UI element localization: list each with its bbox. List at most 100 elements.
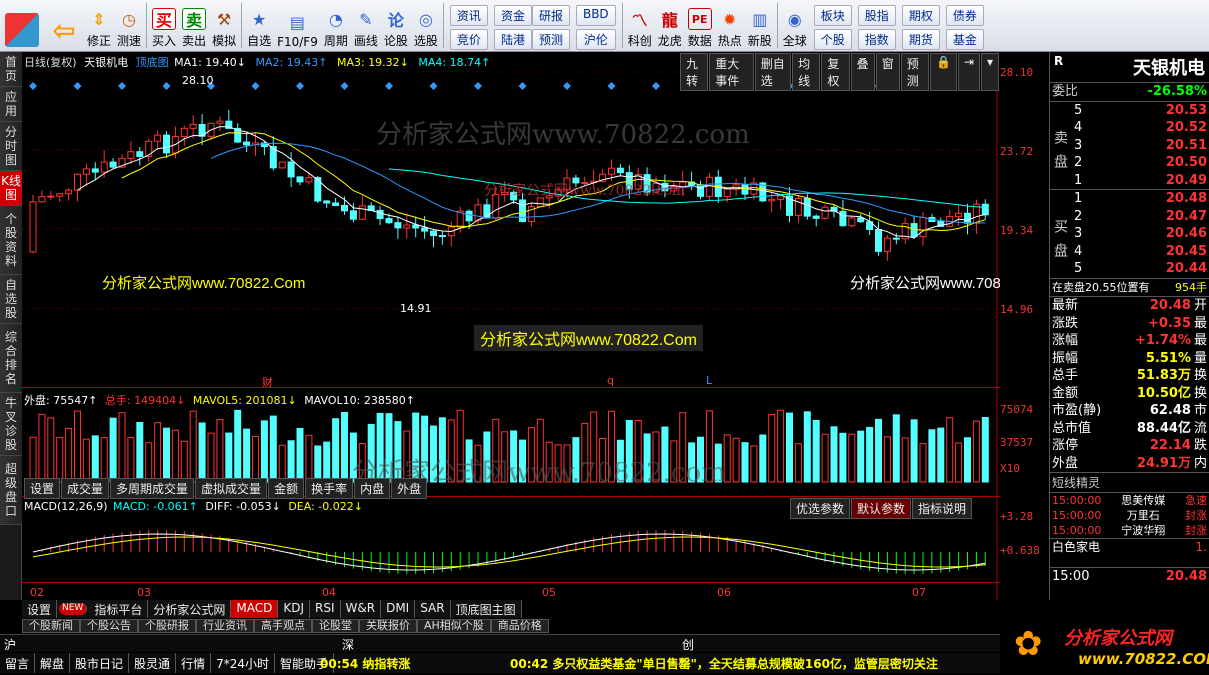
- indicator-tab[interactable]: SAR: [415, 600, 451, 618]
- btn-jiuzhuan[interactable]: 九转: [680, 53, 709, 91]
- news-tab[interactable]: 高手观点: [254, 619, 312, 633]
- grid-btn[interactable]: 债券: [945, 5, 984, 26]
- tab-profile[interactable]: 个股资料: [0, 206, 22, 275]
- short-row[interactable]: 15:00:00 思美传媒 急速: [1050, 493, 1209, 508]
- vol-tab-volume[interactable]: 成交量: [61, 478, 110, 499]
- lock-icon[interactable]: 🔒: [929, 53, 957, 91]
- grid-btn[interactable]: 资讯: [449, 5, 488, 26]
- global-button[interactable]: ◉ 全球: [780, 0, 810, 51]
- news-tab[interactable]: 个股新闻: [22, 619, 80, 633]
- kechuang-button[interactable]: 〽科创: [625, 0, 655, 51]
- menu-icon[interactable]: ▾: [980, 53, 1000, 91]
- btn-ma[interactable]: 均线: [792, 53, 821, 91]
- news-tab[interactable]: 个股研报: [138, 619, 196, 633]
- grid-btn[interactable]: 沪伦: [575, 29, 616, 50]
- data-button[interactable]: PE 数据: [685, 0, 715, 51]
- watchlist-button[interactable]: ★ 自选: [244, 0, 274, 51]
- chart-area[interactable]: 02 03 04 05 06 07 日线(复权) 天银机电 顶底图 MA1: 19.40↓…: [22, 52, 1053, 600]
- grid-btn[interactable]: 基金: [945, 29, 984, 50]
- short-row[interactable]: 15:00:00 万里石 封涨: [1050, 508, 1209, 523]
- vol-tab-outer[interactable]: 外盘: [391, 478, 428, 499]
- grid-btn[interactable]: BBD: [575, 5, 616, 26]
- news-ticker-1[interactable]: 00:54 纳指转涨: [320, 655, 410, 672]
- news-tab[interactable]: 论股堂: [312, 619, 359, 633]
- vol-tab-virtual[interactable]: 虚拟成交量: [195, 478, 268, 499]
- news-tab[interactable]: 行业资讯: [196, 619, 254, 633]
- news-tab[interactable]: 个股公告: [80, 619, 138, 633]
- bottom-item[interactable]: 解盘: [35, 653, 71, 673]
- index-cy[interactable]: 创: [682, 636, 694, 653]
- indicator-tab[interactable]: MACD: [231, 600, 279, 618]
- tab-ranking[interactable]: 综合排名: [0, 324, 22, 393]
- tab-diagnosis[interactable]: 牛叉诊股: [0, 393, 22, 456]
- tab-orderbook[interactable]: 超级盘口: [0, 456, 22, 525]
- grid-btn[interactable]: 竞价: [449, 29, 488, 50]
- index-sz[interactable]: 深: [342, 636, 354, 653]
- sell-button[interactable]: 卖卖出: [179, 0, 209, 51]
- vol-tab-turnover[interactable]: 换手率: [305, 478, 354, 499]
- longhu-button[interactable]: 龍龙虎: [655, 0, 685, 51]
- news-tab[interactable]: 关联报价: [359, 619, 417, 633]
- index-sh[interactable]: 沪: [4, 636, 16, 653]
- btn-explain[interactable]: 指标说明: [912, 498, 973, 519]
- indicator-tab[interactable]: RSI: [310, 600, 341, 618]
- btn-adjust[interactable]: 复权: [821, 53, 850, 91]
- indicator-tab[interactable]: KDJ: [278, 600, 311, 618]
- forum-button[interactable]: 论论股: [381, 0, 411, 51]
- news-tab[interactable]: 商品价格: [490, 619, 549, 633]
- period-button[interactable]: ◔ 周期: [321, 0, 351, 51]
- grid-btn[interactable]: 板块: [813, 5, 852, 26]
- arrow-icon[interactable]: ⇥: [957, 53, 980, 91]
- news-tab[interactable]: AH相似个股: [417, 619, 491, 633]
- indicator-tab[interactable]: 指标平台: [89, 600, 149, 618]
- grid-btn[interactable]: 预测: [531, 29, 570, 50]
- indicator-tab[interactable]: 分析家公式网: [148, 600, 232, 618]
- screener-button[interactable]: ◎ 选股: [411, 0, 441, 51]
- grid-btn[interactable]: 股指: [857, 5, 896, 26]
- ipo-button[interactable]: ▥ 新股: [745, 0, 775, 51]
- btn-events[interactable]: 重大事件: [709, 53, 754, 91]
- vol-tab-amount[interactable]: 金额: [268, 478, 305, 499]
- tab-apps[interactable]: 应用: [0, 87, 22, 122]
- bottom-item[interactable]: 7*24小时: [211, 653, 275, 673]
- indicator-tab[interactable]: W&R: [341, 600, 382, 618]
- bottom-item[interactable]: 行情: [176, 653, 212, 673]
- draw-button[interactable]: ✎ 画线: [351, 0, 381, 51]
- grid-btn[interactable]: 个股: [813, 29, 852, 50]
- indicator-tab[interactable]: DMI: [381, 600, 416, 618]
- indicator-tab[interactable]: 顶底图主图: [451, 600, 522, 618]
- buy-button[interactable]: 买买入: [149, 0, 179, 51]
- grid-btn[interactable]: 陆港: [493, 29, 532, 50]
- mode-label[interactable]: 日线(复权): [24, 56, 77, 69]
- indicator-tab[interactable]: 设置: [22, 600, 58, 618]
- tab-kline[interactable]: K线图: [0, 171, 22, 206]
- vol-tab-multi[interactable]: 多周期成交量: [110, 478, 195, 499]
- short-title[interactable]: 短线精灵: [1050, 473, 1209, 493]
- indicator-tab[interactable]: NEW: [59, 603, 88, 615]
- news-ticker-2[interactable]: 00:42 多只权益类基金"单日售罄"，全天结募总规模破160亿，监管层密切关注: [510, 655, 998, 672]
- f10-button[interactable]: ▤ F10/F9: [274, 0, 321, 51]
- vol-tab-settings[interactable]: 设置: [24, 478, 61, 499]
- tab-timeline[interactable]: 分时图: [0, 122, 22, 171]
- hot-button[interactable]: ✹ 热点: [715, 0, 745, 51]
- btn-forecast[interactable]: 预测: [900, 53, 929, 91]
- grid-btn[interactable]: 指数: [857, 29, 896, 50]
- vol-tab-inner[interactable]: 内盘: [354, 478, 391, 499]
- bottom-item[interactable]: 股灵通: [129, 653, 177, 673]
- bottom-item[interactable]: 留言: [0, 653, 36, 673]
- speedtest-button[interactable]: ◷ 测速: [114, 0, 144, 51]
- grid-btn[interactable]: 期权: [901, 5, 940, 26]
- btn-remove-watch[interactable]: 删自选: [754, 53, 792, 91]
- btn-window[interactable]: 窗: [875, 53, 900, 91]
- btn-overlay[interactable]: 叠: [850, 53, 875, 91]
- short-row[interactable]: 15:00:00 宁波华翔 封涨: [1050, 523, 1209, 538]
- tab-home[interactable]: 首页: [0, 52, 22, 87]
- grid-btn[interactable]: 研报: [531, 5, 570, 26]
- btn-default[interactable]: 默认参数: [851, 498, 912, 519]
- simulate-button[interactable]: ⚒ 模拟: [209, 0, 239, 51]
- grid-icon-button[interactable]: [0, 0, 44, 51]
- tab-watchlist[interactable]: 自选股: [0, 275, 22, 324]
- correct-button[interactable]: ⇕ 修正: [84, 0, 114, 51]
- btn-optimal[interactable]: 优选参数: [790, 498, 851, 519]
- bottom-item[interactable]: 股市日记: [70, 653, 130, 673]
